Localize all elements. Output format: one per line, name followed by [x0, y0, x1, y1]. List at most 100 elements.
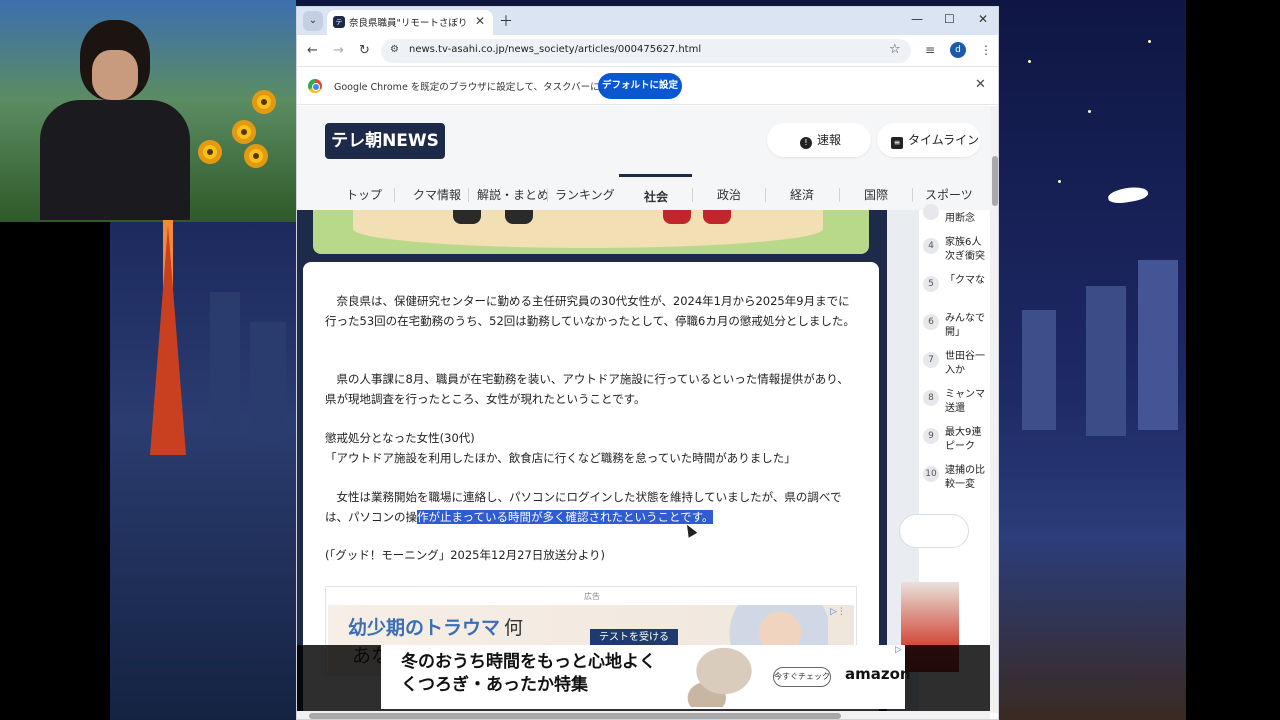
tokyo-night-wallpaper: [110, 222, 296, 720]
tab-strip: ⌄ テ 奈良県職員"リモートさぼり"懲戒処 ✕ ＋ — ☐ ✕: [297, 7, 998, 35]
media-controls-icon[interactable]: ≡: [925, 43, 935, 57]
adchoices-icon[interactable]: ▷: [895, 645, 902, 655]
nav-divider: [839, 188, 840, 202]
ranking-item[interactable]: 家族6人: [945, 236, 990, 250]
back-icon[interactable]: ←: [307, 43, 318, 58]
url-text: news.tv-asahi.co.jp/news_society/article…: [409, 44, 702, 55]
alert-icon: !: [800, 137, 812, 149]
streamer-figure: [40, 20, 190, 220]
quote-text: 「アウトドア施設を利用したほか、飲食店に行くなど職務を怠っていた時間がありました…: [325, 451, 796, 465]
vertical-scrollbar[interactable]: [990, 106, 998, 713]
tokyo-tower: [150, 225, 186, 455]
ranking-item[interactable]: 逮捕の比: [945, 464, 990, 478]
ranking-item[interactable]: 用断念: [945, 212, 990, 226]
night-city-wallpaper: [998, 0, 1186, 720]
black-strip: [1186, 0, 1280, 720]
nav-divider: [692, 188, 693, 202]
close-window-icon[interactable]: ✕: [978, 12, 988, 26]
article-illustration: [313, 210, 869, 254]
vertical-scroll-thumb[interactable]: [992, 156, 998, 206]
quote-speaker: 懲戒処分となった女性(30代): [325, 431, 475, 445]
profile-avatar[interactable]: d: [950, 42, 966, 58]
active-tab-indicator: [619, 174, 692, 177]
ranking-item[interactable]: ミャンマ: [945, 388, 990, 402]
sunflower-decoration: [232, 120, 256, 144]
nav-divider: [547, 188, 548, 202]
tab-title: 奈良県職員"リモートさぼり"懲戒処: [349, 18, 467, 29]
nav-divider: [394, 188, 395, 202]
address-bar[interactable]: ⚙ news.tv-asahi.co.jp/news_society/artic…: [381, 39, 911, 63]
ranking-item[interactable]: 最大9連: [945, 426, 990, 440]
breaking-news-button[interactable]: ! 速報: [767, 123, 871, 157]
ranking-item[interactable]: 「クマな: [945, 274, 990, 288]
sunflower-decoration: [252, 90, 276, 114]
ranking-item[interactable]: みんなで: [945, 312, 990, 326]
set-default-button[interactable]: デフォルトに設定: [598, 73, 682, 99]
minimize-icon[interactable]: —: [911, 12, 923, 26]
horizontal-scrollbar[interactable]: [297, 711, 990, 719]
breaking-news-label: 速報: [817, 133, 842, 147]
nav-item-analysis[interactable]: 解説・まとめ: [477, 186, 549, 203]
more-menu-icon[interactable]: ⋮: [980, 43, 992, 57]
more-ranking-button[interactable]: [899, 514, 969, 548]
bottom-ad-image: [681, 647, 767, 707]
ranking-item[interactable]: 世田谷一: [945, 350, 990, 364]
ranking-item[interactable]: 入か: [945, 364, 990, 378]
rank-number: 5: [923, 276, 939, 292]
sunflower-decoration: [198, 140, 222, 164]
check-now-button[interactable]: 今すぐチェック: [773, 667, 831, 687]
horizontal-scroll-thumb[interactable]: [309, 713, 841, 719]
ranking-item[interactable]: 次ぎ衝突: [945, 250, 990, 264]
nav-item-economy[interactable]: 経済: [790, 186, 814, 203]
ad-headline: 幼少期のトラウマ何: [348, 617, 524, 639]
nav-item-international[interactable]: 国際: [864, 186, 888, 203]
nav-item-bear[interactable]: クマ情報: [413, 186, 461, 203]
nav-item-society[interactable]: 社会: [644, 188, 668, 205]
nav-divider: [912, 188, 913, 202]
adchoices-icon[interactable]: ▷⋮: [830, 607, 846, 617]
article-paragraph: 奈良県は、保健研究センターに勤める主任研究員の30代女性が、2024年1月から2…: [325, 294, 855, 328]
category-nav: トップ クマ情報 解説・まとめ ランキング 社会 政治 経済 国際 スポーツ: [297, 178, 990, 210]
sticky-bottom-ad: 冬のおうち時間をもっと心地よく くつろぎ・あったか特集 今すぐチェック amaz…: [297, 645, 990, 713]
site-info-icon[interactable]: ⚙: [390, 44, 399, 55]
rank-number: 4: [923, 238, 939, 254]
ranking-item[interactable]: ピーク: [945, 440, 990, 454]
nav-item-ranking[interactable]: ランキング: [555, 186, 615, 203]
web-page: テレ朝NEWS ! 速報 ≡ タイムライン トップ クマ情報 解説・まとめ ランキン…: [297, 106, 990, 713]
maximize-icon[interactable]: ☐: [944, 12, 955, 26]
ranking-item[interactable]: 送還: [945, 402, 990, 416]
site-logo[interactable]: テレ朝NEWS: [325, 123, 445, 159]
ad-label: 広告: [584, 592, 600, 601]
browser-tab[interactable]: テ 奈良県職員"リモートさぼり"懲戒処 ✕: [327, 10, 493, 35]
infobar-text: Google Chrome を既定のブラウザに設定して、タスクバーに固定する: [334, 82, 638, 93]
article-paragraph: 女性は業務開始を職場に連絡し、パソコンにログインした状態を維持していましたが、県…: [325, 488, 857, 527]
browser-toolbar: ← → ↻ ⚙ news.tv-asahi.co.jp/news_society…: [297, 35, 998, 67]
infobar-close-icon[interactable]: ✕: [975, 77, 986, 92]
timeline-label: タイムライン: [908, 133, 980, 147]
nav-item-politics[interactable]: 政治: [717, 186, 741, 203]
rank-number: 6: [923, 314, 939, 330]
amazon-logo: amazon: [845, 665, 911, 683]
forward-icon[interactable]: →: [333, 43, 344, 58]
tab-close-icon[interactable]: ✕: [475, 14, 485, 28]
ranking-item[interactable]: 開」: [945, 326, 990, 340]
new-tab-icon[interactable]: ＋: [499, 11, 513, 31]
selected-text[interactable]: 作が止まっている時間が多く確認されたということです。: [417, 509, 714, 524]
timeline-button[interactable]: ≡ タイムライン: [877, 123, 981, 157]
reload-icon[interactable]: ↻: [359, 43, 370, 58]
favicon-icon: テ: [333, 16, 345, 28]
rank-number: [923, 204, 939, 220]
ranking-sidebar: 用断念 4 家族6人 次ぎ衝突 5 「クマな 6 みんなで 開」 7 世田谷一 …: [887, 204, 990, 713]
ranking-item[interactable]: 較一変: [945, 478, 990, 492]
rank-number: 8: [923, 390, 939, 406]
tab-search-icon[interactable]: ⌄: [303, 11, 323, 31]
article-column: 奈良県は、保健研究センターに勤める主任研究員の30代女性が、2024年1月から2…: [297, 210, 887, 713]
bookmark-star-icon[interactable]: ☆: [889, 42, 901, 57]
nav-item-top[interactable]: トップ: [346, 186, 382, 203]
bottom-ad-copy: 冬のおうち時間をもっと心地よく くつろぎ・あったか特集: [401, 652, 656, 695]
amazon-ad-banner[interactable]: 冬のおうち時間をもっと心地よく くつろぎ・あったか特集 今すぐチェック amaz…: [381, 645, 911, 709]
default-browser-infobar: Google Chrome を既定のブラウザに設定して、タスクバーに固定する デ…: [297, 67, 998, 105]
webcam-overlay: [0, 0, 296, 222]
nav-item-sports[interactable]: スポーツ: [925, 186, 973, 203]
rank-number: 7: [923, 352, 939, 368]
